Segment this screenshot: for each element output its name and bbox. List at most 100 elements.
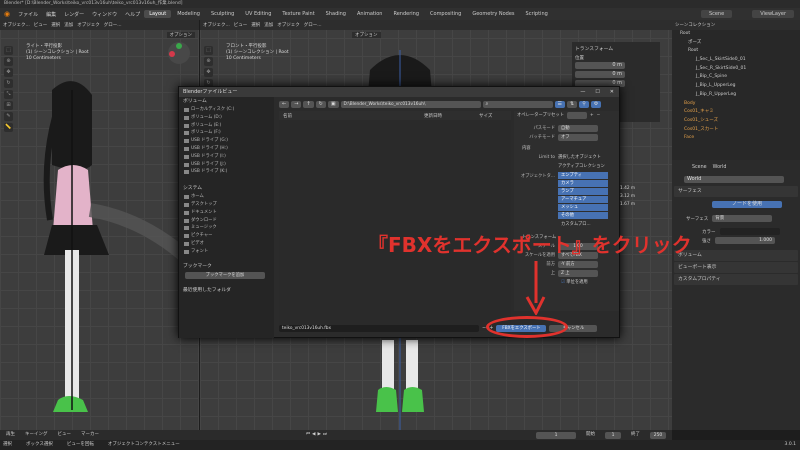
tab-animation[interactable]: Animation [352, 10, 388, 18]
rotate-tool-icon[interactable]: ↻ [4, 79, 13, 88]
vp-right-add[interactable]: 追加 [264, 22, 273, 28]
tab-rendering[interactable]: Rendering [388, 10, 424, 18]
strength-field[interactable]: 1.000 [715, 237, 775, 244]
vp-left-select[interactable]: 選択 [51, 22, 60, 28]
batch-mode-dropdown[interactable]: オフ [558, 134, 598, 141]
system-item[interactable]: デスクトップ [179, 201, 274, 209]
annotate-tool-icon[interactable]: ✎ [4, 112, 13, 121]
location-x[interactable]: 0 m [575, 62, 625, 69]
menu-edit[interactable]: 編集 [42, 11, 60, 18]
bookmarks-header[interactable]: ブックマーク [179, 262, 274, 271]
cursor-tool-icon[interactable]: ⊕ [204, 57, 213, 66]
timeline-marker[interactable]: マーカー [81, 430, 99, 440]
preset-dropdown[interactable] [567, 112, 588, 119]
vp-left-add[interactable]: 追加 [64, 22, 73, 28]
vp-left-options[interactable]: オプション [166, 32, 195, 38]
vp-left-view[interactable]: ビュー [34, 22, 48, 28]
tab-scripting[interactable]: Scripting [521, 10, 553, 18]
limit-active-collection-checkbox[interactable]: アクティブコレクション [558, 164, 605, 169]
up-dropdown[interactable]: Z 上 [558, 270, 598, 277]
props-tab-scene[interactable]: Scene [692, 165, 707, 170]
outliner-item[interactable]: J_Sec_L_SkirtSide0_01 [676, 56, 800, 65]
add-preset-icon[interactable]: + [590, 111, 594, 120]
filter-icon[interactable]: ⚲ [579, 100, 589, 108]
outliner-item[interactable]: J_Bip_R_UpperLeg [676, 91, 800, 100]
tab-geometry-nodes[interactable]: Geometry Nodes [467, 10, 519, 18]
volume-item[interactable]: USB ドライブ (K:) [179, 168, 274, 176]
world-name-field[interactable]: World [684, 176, 784, 183]
move-tool-icon[interactable]: ✥ [204, 68, 213, 77]
tab-sculpting[interactable]: Sculpting [206, 10, 239, 18]
include-header[interactable]: 内容 [514, 144, 619, 153]
outliner-item[interactable]: Root [676, 30, 800, 39]
vp-left-orient[interactable]: グロー... [104, 22, 122, 28]
vp-right-view[interactable]: ビュー [234, 22, 248, 28]
vp-right-options[interactable]: オプション [352, 32, 381, 38]
recent-header[interactable]: 最近使用したフォルダ [179, 286, 274, 295]
tab-layout[interactable]: Layout [144, 10, 172, 18]
scale-tool-icon[interactable]: ⤡ [4, 90, 13, 99]
obj-type-other[interactable]: その他 [558, 212, 608, 219]
surface-shader-field[interactable]: 背景 [712, 215, 773, 222]
filename-input[interactable]: teiko_vrc013v16uh.fbx [279, 324, 479, 332]
outliner-item[interactable]: Body [676, 100, 800, 109]
volume-item[interactable]: USB ドライブ (J:) [179, 161, 274, 169]
forward-icon[interactable]: → [291, 100, 302, 108]
outliner-item[interactable]: J_Bip_L_UpperLeg [676, 82, 800, 91]
color-swatch[interactable] [719, 228, 780, 235]
timeline-playback[interactable]: 再生 [6, 430, 15, 440]
play-controls-icon[interactable]: ⏮◀▶⏭ [306, 430, 329, 440]
system-header[interactable]: システム [179, 184, 274, 193]
col-name[interactable]: 名前 [279, 113, 424, 119]
volume-item[interactable]: ローカルディスク (C:) [179, 106, 274, 114]
path-field[interactable]: D:\Blender_Works\teiko_vrc013v16uh\ [340, 100, 481, 108]
obj-type-mesh[interactable]: メッシュ [558, 204, 608, 211]
minimize-icon[interactable]: — [575, 87, 590, 97]
outliner-item[interactable]: J_Sec_R_SkirtSide0_01 [676, 65, 800, 74]
menu-window[interactable]: ウィンドウ [88, 11, 121, 18]
volume-item[interactable]: USB ドライブ (G:) [179, 137, 274, 145]
custom-props-checkbox[interactable]: カスタムプロ... [514, 220, 619, 229]
volume-section[interactable]: ボリューム [674, 250, 798, 261]
tab-compositing[interactable]: Compositing [425, 10, 466, 18]
vp-left-object[interactable]: オブジェク [77, 22, 100, 28]
system-item[interactable]: ミュージック [179, 224, 274, 232]
system-item[interactable]: ピクチャー [179, 232, 274, 240]
volumes-header[interactable]: ボリューム [179, 97, 274, 106]
current-frame-field[interactable]: 1 [536, 431, 576, 439]
obj-type-armature[interactable]: アーマチュア [558, 196, 608, 203]
system-item[interactable]: フォント [179, 248, 274, 256]
select-tool-icon[interactable]: ⬚ [204, 46, 213, 55]
vp-left-mode[interactable]: オブジェク... [3, 22, 30, 28]
add-bookmark-button[interactable]: ブックマークを追加 [185, 271, 265, 279]
location-y[interactable]: 0 m [575, 71, 625, 78]
volume-item[interactable]: USB ドライブ (I:) [179, 153, 274, 161]
volume-item[interactable]: ボリューム (F:) [179, 129, 274, 137]
menu-file[interactable]: ファイル [14, 11, 42, 18]
maximize-icon[interactable]: ☐ [590, 87, 604, 97]
custom-props-section[interactable]: カスタムプロパティ [674, 274, 798, 285]
system-item[interactable]: ダウンロード [179, 217, 274, 225]
outliner-item[interactable]: Face [676, 134, 800, 143]
limit-selected-checkbox[interactable]: 選択したオブジェクト [558, 155, 601, 160]
outliner-item[interactable]: Cos01_キャミ [676, 108, 800, 117]
outliner-item[interactable]: Cos01_スカート [676, 126, 800, 135]
system-item[interactable]: ビデオ [179, 240, 274, 248]
outliner-item[interactable]: ポーズ [676, 39, 800, 48]
end-frame-field[interactable]: 250 [650, 431, 666, 439]
outliner-item[interactable]: J_Bip_C_Spine [676, 73, 800, 82]
settings-gear-icon[interactable]: ⚙ [590, 100, 602, 108]
start-frame-field[interactable]: 1 [605, 431, 621, 439]
volume-item[interactable]: ボリューム (D:) [179, 114, 274, 122]
vp-right-orient[interactable]: グロー... [304, 22, 322, 28]
timeline-view[interactable]: ビュー [58, 430, 72, 440]
tab-shading[interactable]: Shading [321, 10, 351, 18]
tab-uv-editing[interactable]: UV Editing [240, 10, 276, 18]
outliner-item[interactable]: Root [676, 47, 800, 56]
obj-type-lamp[interactable]: ランプ [558, 188, 608, 195]
volume-item[interactable]: ボリューム (E:) [179, 122, 274, 130]
search-input[interactable]: ⌕ [482, 100, 553, 108]
display-mode-icon[interactable]: ☰ [554, 100, 566, 108]
props-tab-world[interactable]: World [713, 165, 727, 170]
measure-tool-icon[interactable]: 📏 [4, 123, 13, 132]
